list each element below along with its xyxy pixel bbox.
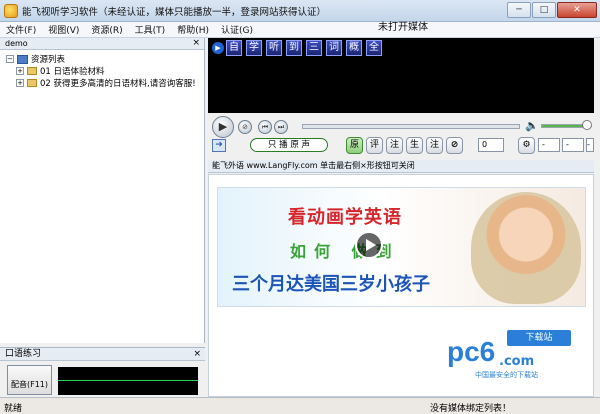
subtitle-char: 学: [246, 40, 262, 56]
minimize-button[interactable]: ─: [507, 2, 531, 18]
subtitle-char: 到: [286, 40, 302, 56]
subtitle-char: 听: [266, 40, 282, 56]
mode-button-annotate[interactable]: 注: [426, 137, 443, 154]
mode-button-review[interactable]: 评: [366, 137, 383, 154]
child-photo: [471, 192, 581, 304]
next-icon[interactable]: ⏭: [274, 120, 288, 134]
play-button[interactable]: ▶: [212, 116, 234, 138]
window-title: 能飞视听学习软件（未经认证，媒体只能播放一半，登录网站获得认证）: [22, 6, 327, 18]
app-icon: [4, 3, 18, 18]
resource-panel-close-icon[interactable]: ×: [192, 38, 200, 49]
subtitle-char: 词: [326, 40, 342, 56]
tree-item-01[interactable]: + 01 日语体验材料: [6, 65, 204, 77]
mode-button-note[interactable]: 注: [386, 137, 403, 154]
ad-banner[interactable]: 看动画学英语 如何 做到 三个月达美国三岁小孩子: [217, 187, 586, 307]
menu-view[interactable]: 视图(V): [48, 23, 79, 36]
practice-panel-header: 口语练习 ×: [0, 348, 205, 361]
logo-domain: .com: [499, 354, 535, 369]
option-select-1[interactable]: -: [538, 138, 560, 152]
mode-button-word[interactable]: 生: [406, 137, 423, 154]
option-select-3[interactable]: -: [586, 138, 594, 152]
media-title: 未打开媒体: [378, 22, 428, 33]
dub-button[interactable]: 配音(F11): [7, 365, 52, 395]
expand-icon[interactable]: +: [16, 79, 24, 87]
stop-icon[interactable]: ⊘: [238, 120, 252, 134]
practice-panel-title: 口语练习: [5, 349, 42, 359]
volume-icon[interactable]: 🔈: [525, 119, 539, 132]
gear-icon[interactable]: ⚙: [518, 137, 535, 154]
library-icon: [17, 54, 28, 64]
folder-icon: [27, 67, 37, 75]
close-button[interactable]: ✕: [557, 2, 597, 18]
resource-panel-header: demo ×: [0, 38, 204, 50]
arrow-right-icon[interactable]: ➜: [212, 139, 226, 152]
status-bar: 就绪 没有媒体绑定列表！: [0, 397, 600, 414]
subtitle-play-icon[interactable]: ▶: [212, 42, 224, 54]
practice-panel-close-icon[interactable]: ×: [193, 348, 201, 360]
subtitle-char: 概: [346, 40, 362, 56]
logo-text: pc6: [447, 336, 496, 367]
web-panel: 看动画学英语 如何 做到 三个月达美国三岁小孩子 pc6 下载站 .com 中国…: [208, 174, 594, 397]
menu-file[interactable]: 文件(F): [6, 23, 36, 36]
menu-tools[interactable]: 工具(T): [135, 23, 166, 36]
practice-panel: 口语练习 × 配音(F11): [0, 347, 205, 397]
banner-play-icon[interactable]: [355, 231, 383, 259]
progress-bar[interactable]: [302, 124, 520, 129]
speed-select[interactable]: 0: [478, 138, 504, 152]
subtitle-bar: ▶ 自 学 听 到 三 词 概 全: [212, 40, 382, 56]
logo-slogan: 中国最安全的下载站: [475, 371, 538, 379]
audio-source-select[interactable]: 只 播 原 声: [250, 138, 328, 152]
playback-options: ➜ 只 播 原 声 原 评 注 生 注 ⊘ 0 ⚙ - - -: [208, 137, 594, 155]
menu-help[interactable]: 帮助(H): [177, 23, 209, 36]
logo-badge: 下载站: [507, 330, 571, 346]
subtitle-char: 三: [306, 40, 322, 56]
previous-icon[interactable]: ⏮: [258, 120, 272, 134]
status-ready: 就绪: [4, 404, 23, 414]
web-panel-header: 能飞外语 www.LangFly.com 单击最右侧×形按钮可关闭: [208, 160, 594, 173]
resource-panel: demo × − 资源列表 + 01 日语体验材料 + 02 获得更多高清的日语…: [0, 38, 205, 343]
subtitle-char: 自: [226, 40, 242, 56]
volume-fill: [542, 125, 584, 127]
subtitle-char: 全: [366, 40, 382, 56]
pc6-logo: pc6 下载站 .com 中国最安全的下载站: [447, 330, 577, 380]
tree-item-label: 02 获得更多高清的日语材料,请咨询客服!: [40, 79, 196, 89]
folder-icon: [27, 79, 37, 87]
tree-root[interactable]: − 资源列表: [6, 53, 204, 65]
collapse-icon[interactable]: −: [6, 55, 14, 63]
option-select-2[interactable]: -: [562, 138, 584, 152]
expand-icon[interactable]: +: [16, 67, 24, 75]
tree-item-label: 01 日语体验材料: [40, 67, 105, 77]
banner-subtitle: 如何 做到: [290, 242, 400, 261]
window-controls: ─ □ ✕: [507, 2, 597, 18]
stop-circle-icon[interactable]: ⊘: [446, 137, 463, 154]
mode-button-original[interactable]: 原: [346, 137, 363, 154]
volume-slider[interactable]: [541, 120, 592, 130]
resource-panel-title: demo: [5, 39, 28, 48]
maximize-button[interactable]: □: [532, 2, 556, 18]
banner-tagline: 三个月达美国三岁小孩子: [232, 274, 430, 295]
tree-item-02[interactable]: + 02 获得更多高清的日语材料,请咨询客服!: [6, 77, 204, 89]
menu-resource[interactable]: 资源(R): [91, 23, 122, 36]
volume-knob[interactable]: [582, 120, 592, 130]
resource-tree: − 资源列表 + 01 日语体验材料 + 02 获得更多高清的日语材料,请咨询客…: [0, 50, 204, 89]
status-media-binding: 没有媒体绑定列表！: [430, 404, 512, 414]
transport-controls: ▶ ⊘ ⏮ ⏭ 🔈: [208, 115, 594, 138]
banner-title: 看动画学英语: [288, 207, 402, 228]
video-area[interactable]: ▶ 自 学 听 到 三 词 概 全: [208, 38, 594, 113]
waveform-display: [58, 367, 198, 395]
tree-root-label: 资源列表: [31, 55, 66, 65]
